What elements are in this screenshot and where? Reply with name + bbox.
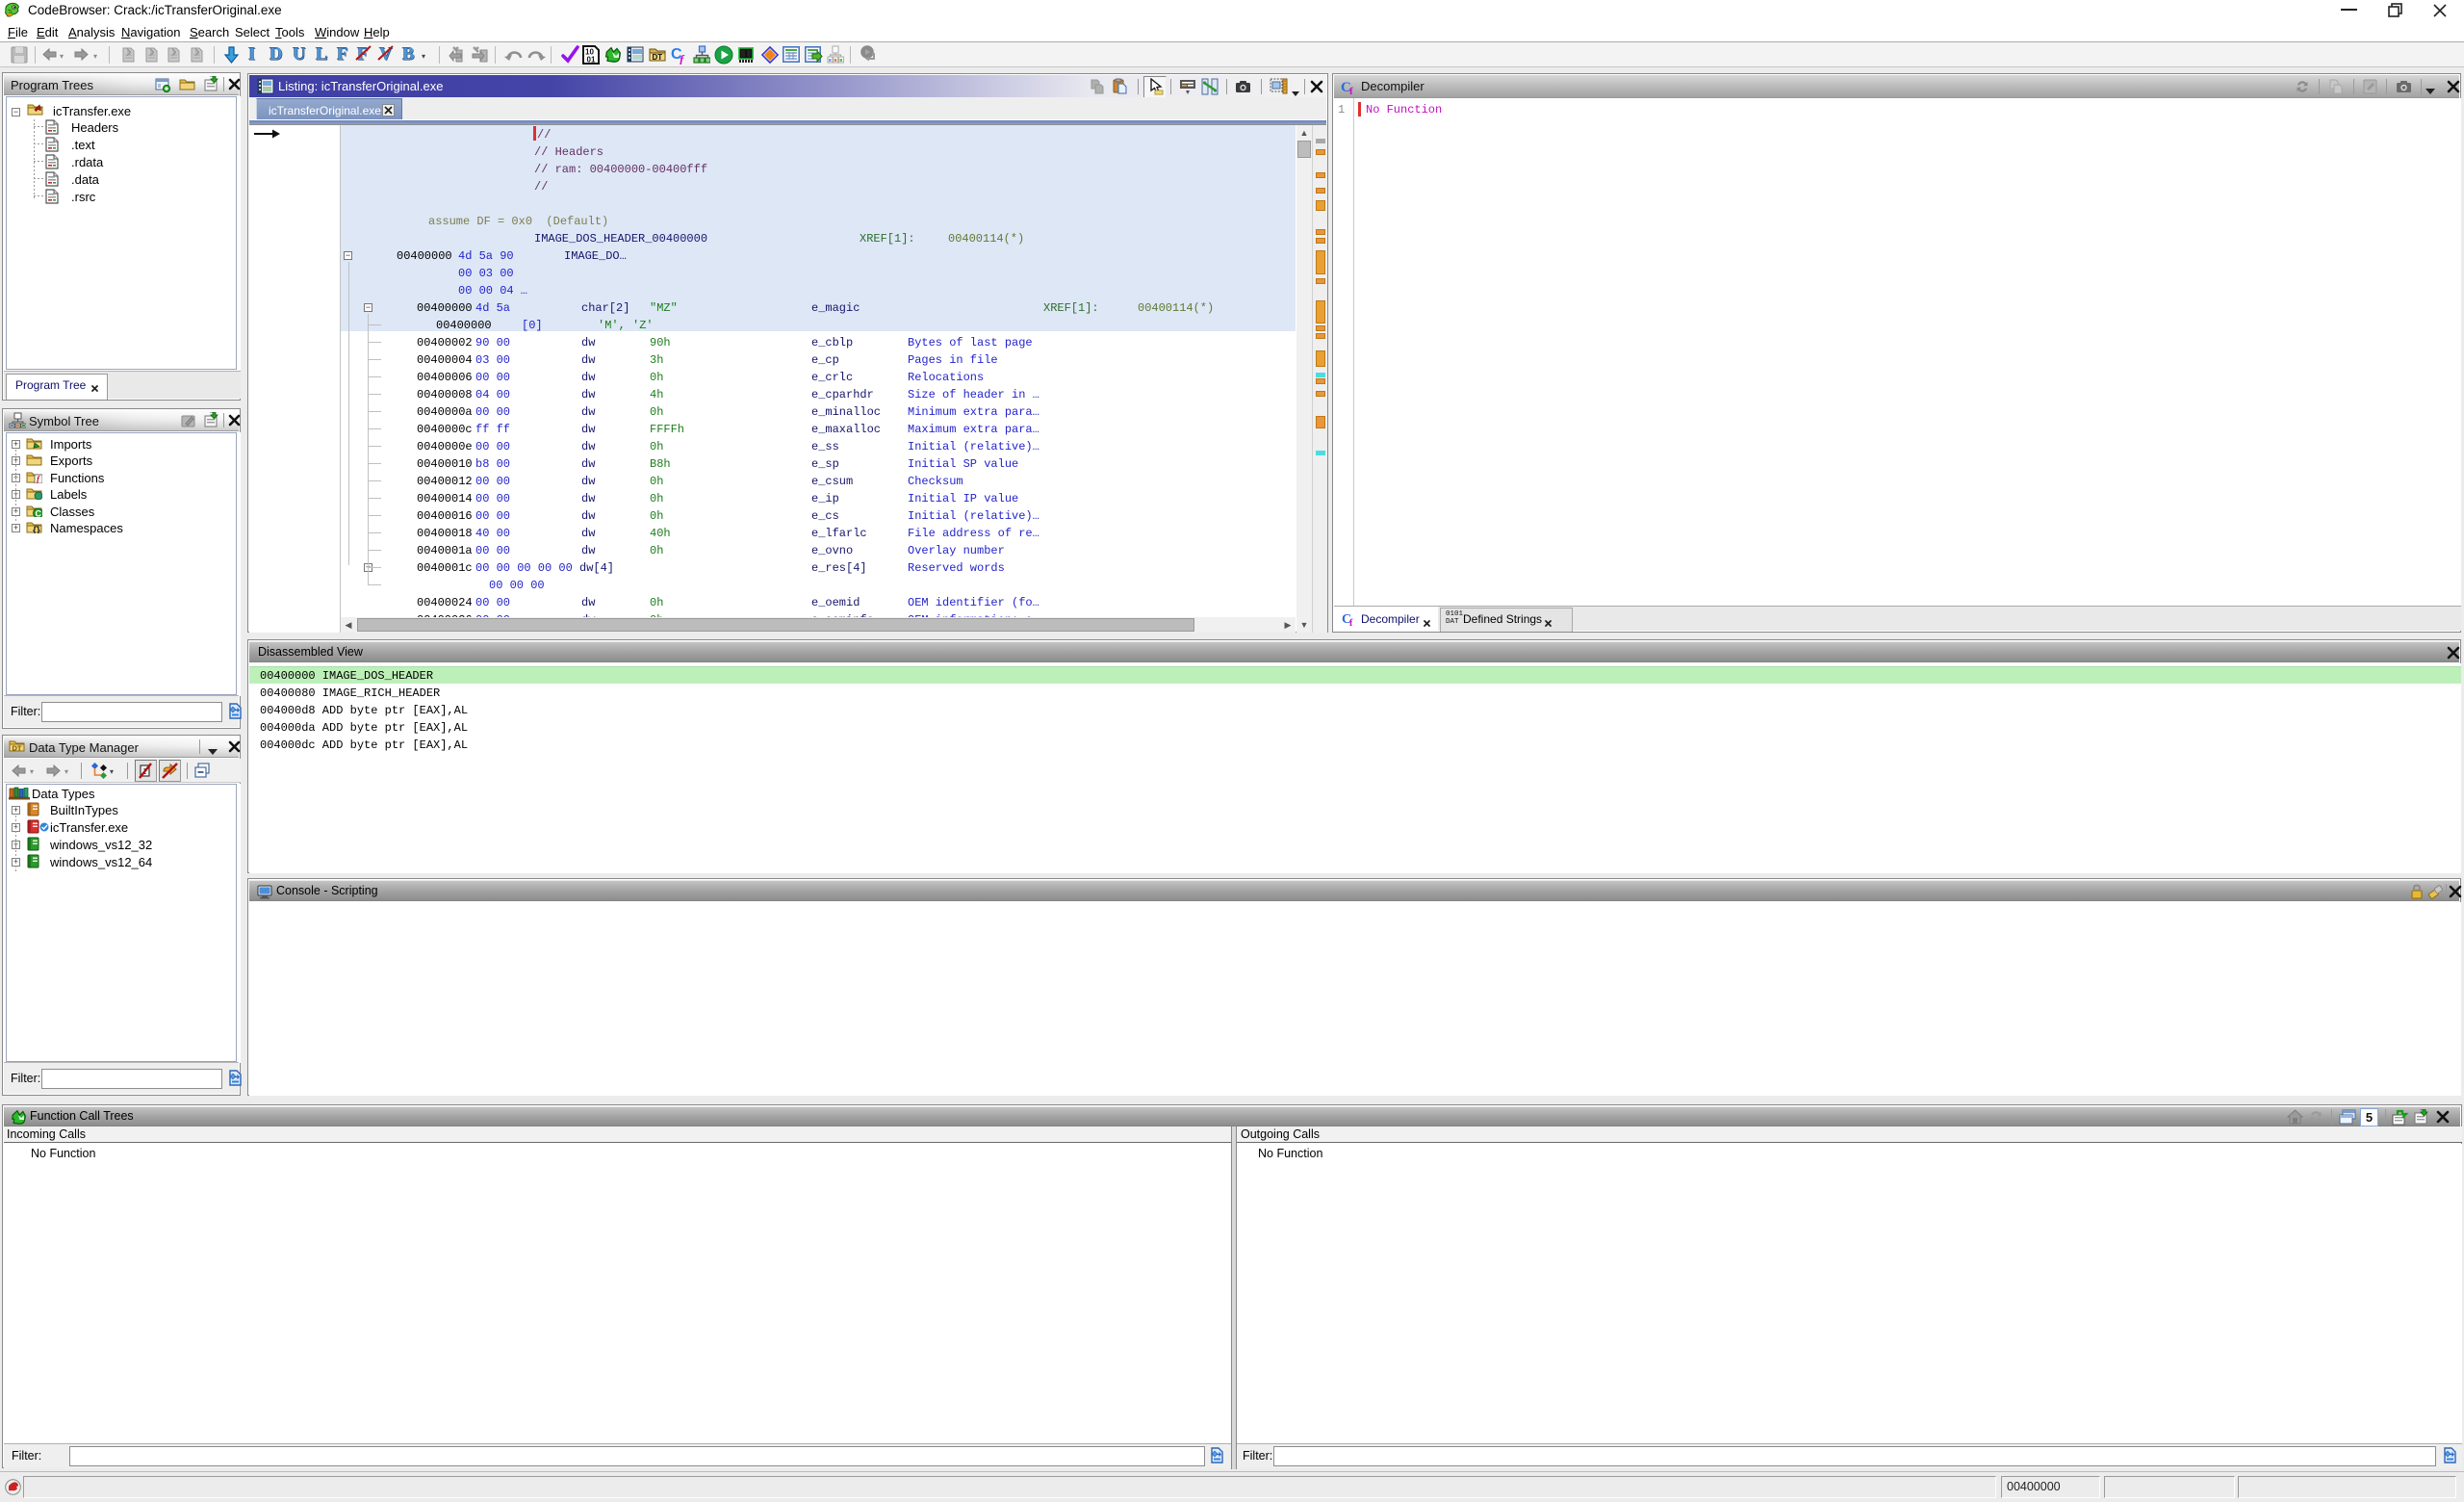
svg-text:DT: DT [13,744,22,753]
svg-text:f: f [1349,618,1353,627]
svg-text:f: f [680,52,685,65]
svg-text:DT: DT [653,53,663,62]
svg-text:f: f [1349,86,1353,95]
svg-text:01: 01 [587,56,596,65]
